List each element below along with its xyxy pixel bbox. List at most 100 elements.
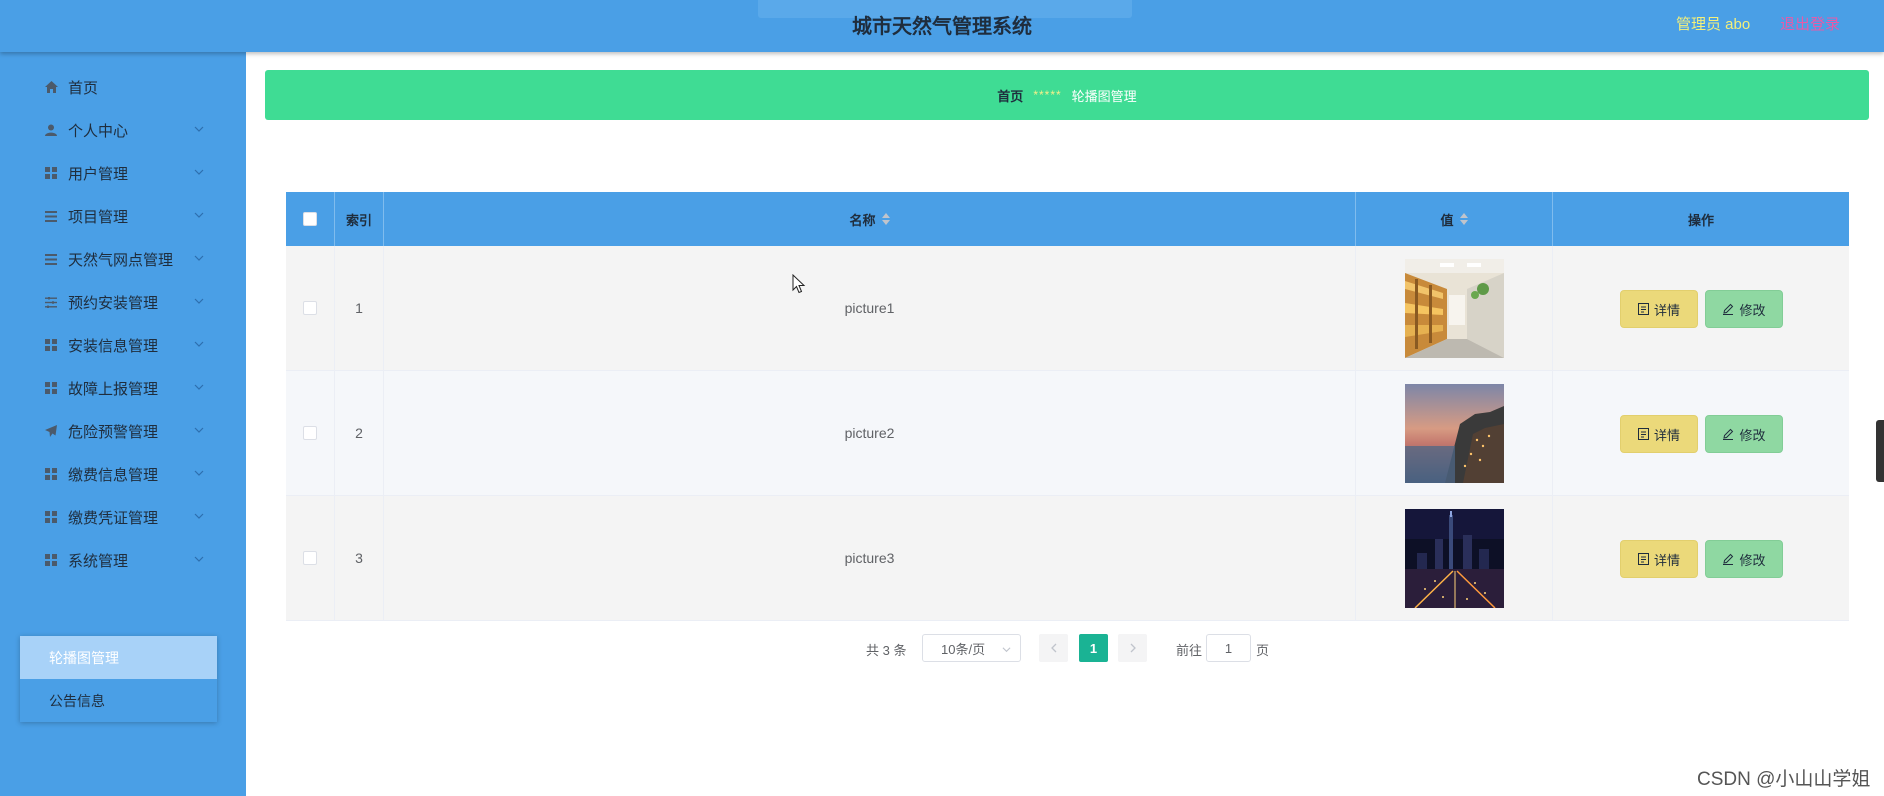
breadcrumb-home[interactable]: 首页 xyxy=(997,86,1023,105)
sidebar-item-label: 缴费信息管理 xyxy=(68,466,159,484)
row-index: 2 xyxy=(335,371,384,495)
table-row: 1 picture1 详情 修改 xyxy=(286,246,1849,371)
select-all-checkbox[interactable] xyxy=(303,212,317,226)
edit-button[interactable]: 修改 xyxy=(1705,290,1783,328)
header-value[interactable]: 值 xyxy=(1356,192,1553,246)
page-number-current[interactable]: 1 xyxy=(1079,634,1108,662)
header-name[interactable]: 名称 xyxy=(384,192,1356,246)
home-icon xyxy=(44,80,58,94)
row-actions-cell: 详情 修改 xyxy=(1553,246,1849,370)
row-index: 1 xyxy=(335,246,384,370)
library-photo-thumbnail xyxy=(1404,258,1504,358)
sidebar-item-label: 缴费凭证管理 xyxy=(68,509,159,527)
prev-page-button[interactable] xyxy=(1039,634,1068,662)
goto-label: 前往 xyxy=(1176,643,1203,658)
grid-icon xyxy=(44,467,58,481)
sidebar-item-payment-info[interactable]: 缴费信息管理 xyxy=(0,454,246,494)
chevron-down-icon xyxy=(194,427,204,433)
grid-icon xyxy=(44,510,58,524)
row-value-cell xyxy=(1356,371,1553,495)
header-value-label: 值 xyxy=(1440,212,1454,228)
sidebar-item-home[interactable]: 首页 xyxy=(0,67,246,107)
grid-icon xyxy=(44,381,58,395)
top-header: 城市天然气管理系统 管理员 abo 退出登录 xyxy=(0,0,1884,52)
sidebar-item-label: 用户管理 xyxy=(68,165,129,183)
chevron-down-icon xyxy=(194,169,204,175)
admin-user-label: 管理员 abo xyxy=(1676,16,1751,33)
watermark: CSDN @小山山学姐 xyxy=(1697,769,1871,790)
sliders-icon xyxy=(44,295,58,309)
coastal-sunset-photo-thumbnail xyxy=(1404,383,1504,483)
select-all-cell xyxy=(286,192,335,246)
row-checkbox[interactable] xyxy=(303,301,317,315)
row-actions-cell: 详情 修改 xyxy=(1553,496,1849,620)
page-size-select[interactable]: 10条/页 xyxy=(922,634,1021,662)
scrollbar-handle[interactable] xyxy=(1876,420,1884,482)
list-icon xyxy=(44,252,58,266)
sidebar-item-label: 个人中心 xyxy=(68,122,129,140)
grid-icon xyxy=(44,338,58,352)
table-row: 2 picture2 详情 修改 xyxy=(286,371,1849,496)
submenu-item-announcements[interactable]: 公告信息 xyxy=(20,679,217,722)
breadcrumb-current: 轮播图管理 xyxy=(1071,88,1137,104)
row-actions-cell: 详情 修改 xyxy=(1553,371,1849,495)
send-icon xyxy=(44,424,58,438)
row-check-cell xyxy=(286,246,335,370)
sidebar-item-installation-booking[interactable]: 预约安装管理 xyxy=(0,282,246,322)
sidebar-item-system-management[interactable]: 系统管理 xyxy=(0,540,246,580)
row-check-cell xyxy=(286,496,335,620)
logout-link[interactable]: 退出登录 xyxy=(1780,13,1840,34)
row-name: picture3 xyxy=(384,496,1356,620)
row-checkbox[interactable] xyxy=(303,426,317,440)
sidebar-item-label: 危险预警管理 xyxy=(68,423,159,441)
sidebar-item-installation-info[interactable]: 安装信息管理 xyxy=(0,325,246,365)
sidebar-item-gas-outlet-management[interactable]: 天然气网点管理 xyxy=(0,239,246,279)
next-page-button[interactable] xyxy=(1118,634,1147,662)
document-icon xyxy=(1637,303,1649,315)
chevron-down-icon xyxy=(194,556,204,562)
breadcrumb-separator: ***** xyxy=(1033,88,1062,102)
detail-button-label: 详情 xyxy=(1653,552,1680,568)
sort-icon[interactable] xyxy=(881,213,890,225)
detail-button[interactable]: 详情 xyxy=(1620,290,1698,328)
list-icon xyxy=(44,209,58,223)
chevron-down-icon xyxy=(1002,647,1011,653)
detail-button-label: 详情 xyxy=(1653,302,1680,318)
header-index-label: 索引 xyxy=(345,212,372,228)
night-city-photo-thumbnail xyxy=(1404,508,1504,608)
chevron-down-icon xyxy=(194,126,204,132)
sidebar-item-project-management[interactable]: 项目管理 xyxy=(0,196,246,236)
edit-button[interactable]: 修改 xyxy=(1705,540,1783,578)
pencil-icon xyxy=(1723,303,1734,315)
user-icon xyxy=(44,123,58,137)
edit-button-label: 修改 xyxy=(1739,552,1766,568)
header-actions: 操作 xyxy=(1553,192,1849,246)
goto-page-input[interactable] xyxy=(1206,634,1251,662)
row-index: 3 xyxy=(335,496,384,620)
goto-suffix: 页 xyxy=(1256,643,1270,658)
sidebar-item-label: 故障上报管理 xyxy=(68,380,159,398)
header-name-label: 名称 xyxy=(849,212,876,228)
sidebar-item-fault-report[interactable]: 故障上报管理 xyxy=(0,368,246,408)
page-size-value: 10条/页 xyxy=(941,641,986,657)
chevron-down-icon xyxy=(194,298,204,304)
chevron-down-icon xyxy=(194,212,204,218)
sidebar-item-danger-warning[interactable]: 危险预警管理 xyxy=(0,411,246,451)
sidebar-item-label: 系统管理 xyxy=(68,552,129,570)
grid-icon xyxy=(44,553,58,567)
edit-button[interactable]: 修改 xyxy=(1705,415,1783,453)
grid-icon xyxy=(44,166,58,180)
chevron-down-icon xyxy=(194,513,204,519)
row-name: picture2 xyxy=(384,371,1356,495)
sidebar-item-personal-center[interactable]: 个人中心 xyxy=(0,110,246,150)
detail-button[interactable]: 详情 xyxy=(1620,540,1698,578)
detail-button[interactable]: 详情 xyxy=(1620,415,1698,453)
sidebar-item-payment-voucher[interactable]: 缴费凭证管理 xyxy=(0,497,246,537)
breadcrumb: 首页 ***** 轮播图管理 xyxy=(265,70,1869,120)
sort-icon[interactable] xyxy=(1459,213,1468,225)
pagination-total: 共 3 条 xyxy=(866,643,907,658)
sidebar-item-user-management[interactable]: 用户管理 xyxy=(0,153,246,193)
row-checkbox[interactable] xyxy=(303,551,317,565)
table-row: 3 picture3 详情 修改 xyxy=(286,496,1849,621)
edit-button-label: 修改 xyxy=(1739,427,1766,443)
